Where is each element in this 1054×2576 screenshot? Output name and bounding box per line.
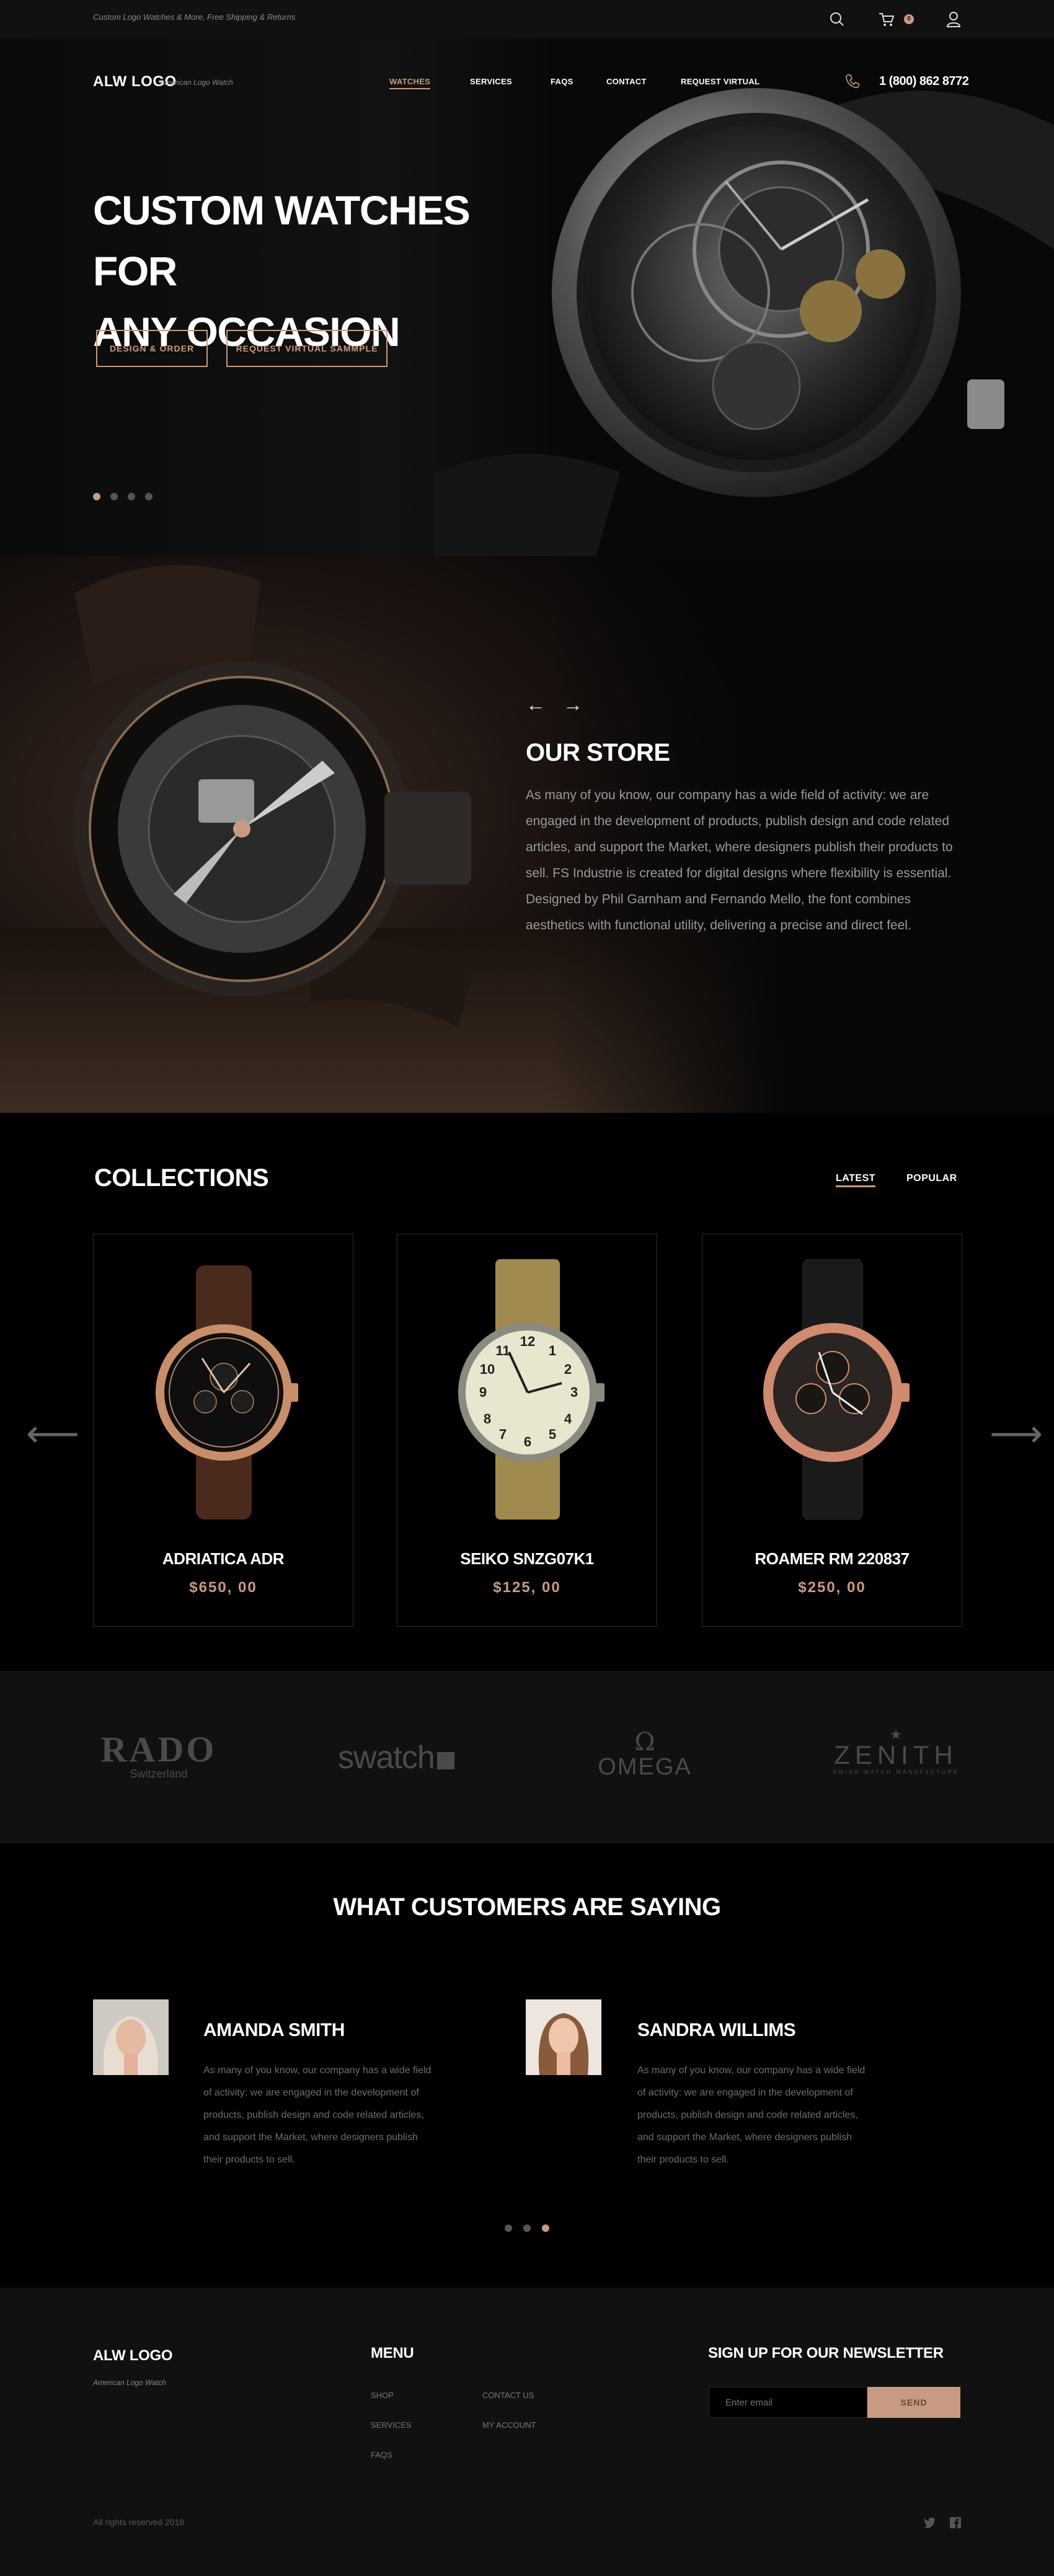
- product-image: [156, 1265, 298, 1520]
- footer-link-services[interactable]: SERVICES: [371, 2420, 412, 2430]
- newsletter-email-input[interactable]: [709, 2387, 867, 2418]
- svg-text:2: 2: [564, 1361, 572, 1377]
- nav-request-virtual[interactable]: REQUEST VIRTUAL: [681, 77, 760, 86]
- nav-faqs[interactable]: FAQS: [551, 77, 574, 86]
- newsletter-send-button[interactable]: SEND: [867, 2387, 960, 2418]
- store-description: As many of you know, our company has a w…: [526, 788, 953, 932]
- phone-icon: [846, 74, 859, 89]
- product-name: SEIKO SNZG07K1: [460, 1549, 594, 1568]
- footer-menu-title: MENU: [371, 2345, 414, 2361]
- testimonial-name: AMANDA SMITH: [203, 2020, 345, 2040]
- brand-rado[interactable]: RADO Switzerland: [93, 1732, 224, 1781]
- search-icon[interactable]: [828, 10, 846, 29]
- tab-popular[interactable]: POPULAR: [906, 1173, 957, 1184]
- zenith-star-icon: ★: [890, 1727, 902, 1742]
- svg-text:11: 11: [495, 1343, 510, 1358]
- slide-dot-3[interactable]: [128, 493, 135, 500]
- product-price: $250, 00: [798, 1579, 866, 1596]
- brand-rado-logo: RADO: [100, 1729, 217, 1769]
- product-card[interactable]: 12 3 6 9 12 45 7 8 10 11 SEIKO SNZG07K1 $125, 0…: [397, 1234, 657, 1627]
- svg-text:12: 12: [520, 1334, 535, 1349]
- top-bar: Custom Logo Watches & More, Free Shippin…: [0, 0, 1054, 38]
- testimonials-title: WHAT CUSTOMERS ARE SAYING: [333, 1893, 721, 1921]
- product-card[interactable]: ROAMER RM 220837 $250, 00: [702, 1234, 962, 1627]
- collections-next-arrow[interactable]: ⟶: [990, 1412, 1043, 1456]
- slide-dot-2[interactable]: [110, 493, 118, 500]
- logo-tagline: American Logo Watch: [160, 78, 233, 87]
- collections-prev-arrow[interactable]: ⟵: [26, 1412, 79, 1456]
- footer-logo[interactable]: ALW LOGO: [93, 2347, 173, 2365]
- design-order-button[interactable]: DESIGN & ORDER: [96, 330, 208, 367]
- svg-text:9: 9: [479, 1384, 487, 1400]
- collections-title: COLLECTIONS: [94, 1164, 269, 1192]
- hero-title-line1: CUSTOM WATCHES FOR: [93, 187, 471, 294]
- svg-text:10: 10: [480, 1361, 495, 1377]
- svg-text:6: 6: [524, 1434, 531, 1450]
- cart-count-badge: 0: [904, 14, 914, 24]
- tab-latest[interactable]: LATEST: [836, 1173, 876, 1187]
- svg-text:1: 1: [549, 1343, 556, 1358]
- brand-zenith[interactable]: ★ ZENITH SWISS WATCH MANUFACTURE: [828, 1727, 964, 1776]
- footer-link-faqs[interactable]: FAQS: [371, 2450, 392, 2459]
- product-image: 12 3 6 9 12 45 78 1011: [458, 1259, 604, 1520]
- testimonial-dot-3[interactable]: [542, 2224, 549, 2232]
- footer-logo-tagline: American Logo Watch: [93, 2378, 166, 2387]
- footer-link-contact-us[interactable]: CONTACT US: [482, 2391, 534, 2400]
- store-title: OUR STORE: [526, 739, 670, 766]
- svg-text:3: 3: [570, 1384, 578, 1400]
- twitter-icon[interactable]: [924, 2517, 936, 2528]
- svg-text:5: 5: [549, 1427, 556, 1442]
- brand-swatch[interactable]: swatch: [338, 1739, 474, 1776]
- brand-zenith-sub: SWISS WATCH MANUFACTURE: [833, 1769, 959, 1775]
- phone-number[interactable]: 1 (800) 862 8772: [879, 74, 969, 89]
- nav-contact[interactable]: CONTACT: [606, 77, 647, 86]
- footer-link-my-account[interactable]: MY ACCOUNT: [482, 2420, 536, 2430]
- cart-icon[interactable]: [877, 10, 896, 29]
- footer-link-shop[interactable]: SHOP: [371, 2391, 394, 2400]
- testimonial-name: SANDRA WILLIMS: [637, 2020, 796, 2040]
- brand-omega[interactable]: Ω OMEGA: [592, 1730, 698, 1779]
- svg-text:4: 4: [564, 1411, 572, 1427]
- product-name: ADRIATICA ADR: [162, 1549, 285, 1568]
- brand-omega-logo: OMEGA: [598, 1754, 692, 1780]
- avatar: [526, 1999, 601, 2075]
- product-card[interactable]: ADRIATICA ADR $650, 00: [93, 1234, 353, 1627]
- user-icon[interactable]: [944, 10, 963, 29]
- swatch-square-icon: [437, 1752, 455, 1769]
- store-prev-arrow[interactable]: ←: [526, 693, 546, 716]
- product-price: $650, 00: [189, 1579, 257, 1596]
- brand-swatch-logo: swatch: [338, 1740, 435, 1776]
- brands-strip: RADO Switzerland swatch Ω OMEGA ★ ZENITH…: [0, 1671, 1054, 1843]
- product-image: [763, 1259, 910, 1520]
- svg-text:8: 8: [484, 1411, 491, 1427]
- product-price: $125, 00: [493, 1579, 561, 1596]
- store-next-arrow[interactable]: →: [563, 693, 583, 716]
- brand-rado-sub: Switzerland: [130, 1768, 188, 1780]
- svg-text:7: 7: [499, 1427, 507, 1442]
- brand-zenith-logo: ZENITH: [834, 1740, 958, 1769]
- promo-text: Custom Logo Watches & More, Free Shippin…: [93, 12, 296, 22]
- testimonial-dot-1[interactable]: [505, 2224, 512, 2232]
- avatar: [93, 1999, 169, 2075]
- testimonial-dot-2[interactable]: [523, 2224, 531, 2232]
- testimonial-text: As many of you know, our company has a w…: [637, 2065, 866, 2165]
- testimonial-text: As many of you know, our company has a w…: [203, 2065, 432, 2165]
- footer: [0, 2288, 1054, 2576]
- slide-dot-4[interactable]: [145, 493, 153, 500]
- product-name: ROAMER RM 220837: [755, 1549, 910, 1568]
- nav-watches[interactable]: WATCHES: [389, 77, 431, 89]
- copyright: All rights reserved 2018: [93, 2517, 185, 2527]
- facebook-icon[interactable]: [950, 2517, 961, 2528]
- hero-watch-image: [434, 88, 1054, 556]
- omega-symbol-icon: Ω: [634, 1728, 655, 1756]
- slide-dot-1[interactable]: [93, 493, 100, 500]
- newsletter-title: SIGN UP FOR OUR NEWSLETTER: [708, 2345, 944, 2361]
- nav-services[interactable]: SERVICES: [470, 77, 512, 86]
- request-sample-button[interactable]: REQUEST VIRTUAL SAMMPLE: [226, 330, 388, 367]
